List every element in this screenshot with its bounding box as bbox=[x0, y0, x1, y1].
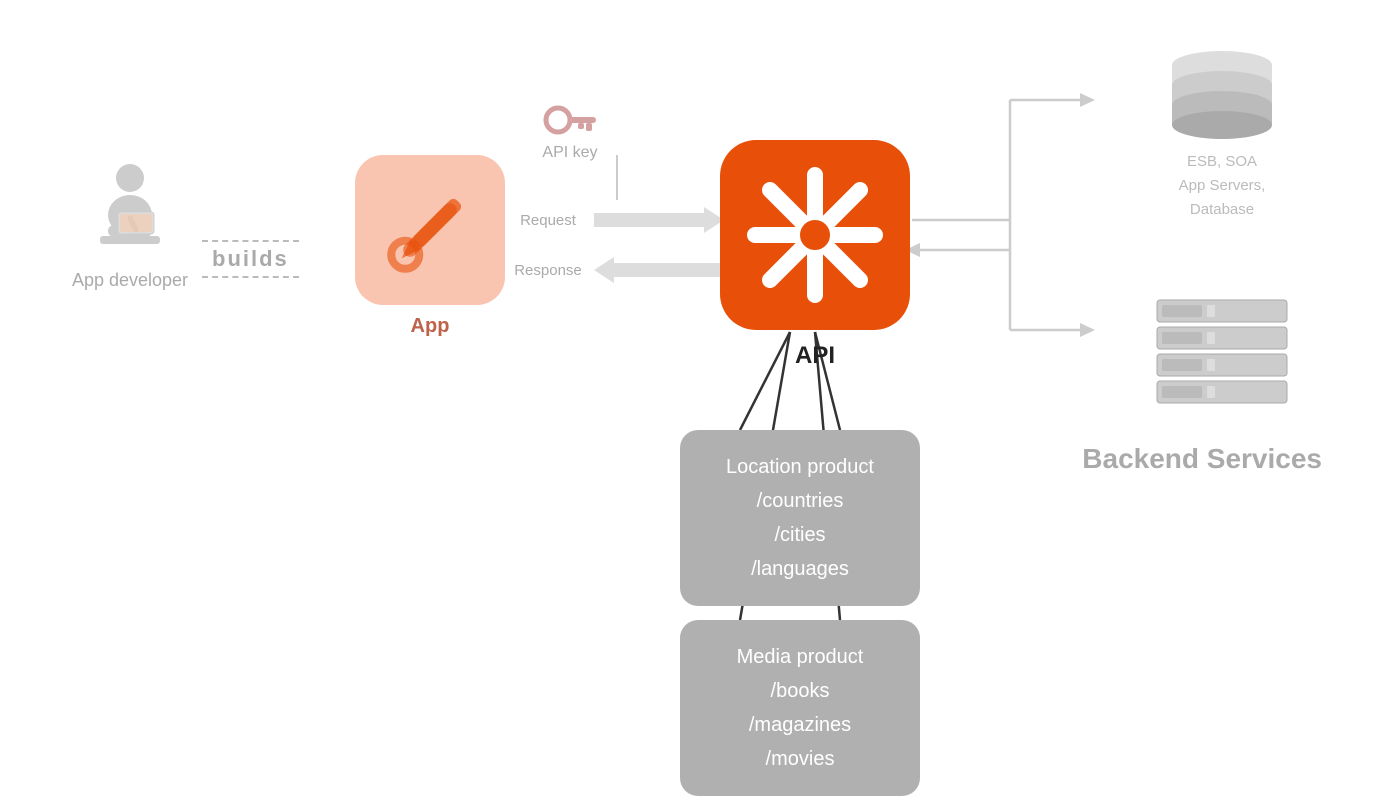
api-label: API bbox=[720, 342, 910, 370]
database-icon bbox=[1162, 45, 1282, 145]
backend-top-text: ESB, SOA App Servers, Database bbox=[1162, 150, 1282, 222]
app-icon-box bbox=[355, 155, 505, 305]
developer-person-icon bbox=[90, 160, 170, 260]
location-line-2: /countries bbox=[710, 484, 890, 518]
media-line-2: /books bbox=[710, 674, 890, 708]
response-arrow-icon bbox=[594, 255, 724, 285]
diagram: App developer builds App API key bbox=[0, 0, 1382, 810]
media-line-1: Media product bbox=[710, 640, 890, 674]
api-key-area: API key bbox=[540, 100, 600, 162]
app-developer-label: App developer bbox=[72, 270, 188, 291]
server-icon-area bbox=[1147, 295, 1297, 410]
response-label: Response bbox=[508, 262, 588, 279]
response-arrow-row: Response bbox=[508, 255, 724, 285]
tools-icon bbox=[375, 175, 485, 285]
api-key-label: API key bbox=[542, 144, 597, 162]
api-hub-box bbox=[720, 140, 910, 330]
backend-services-label: Backend Services bbox=[1082, 443, 1322, 475]
key-icon bbox=[540, 100, 600, 140]
location-product-box: Location product /countries /cities /lan… bbox=[680, 430, 920, 606]
request-arrow-icon bbox=[594, 205, 724, 235]
location-line-1: Location product bbox=[710, 450, 890, 484]
app-label: App bbox=[355, 315, 505, 338]
builds-label: builds bbox=[202, 240, 299, 278]
request-arrow-row: Request bbox=[508, 205, 724, 235]
media-product-box: Media product /books /magazines /movies bbox=[680, 620, 920, 796]
request-label: Request bbox=[508, 212, 588, 229]
database-icon-area: ESB, SOA App Servers, Database bbox=[1162, 45, 1282, 222]
media-line-3: /magazines bbox=[710, 708, 890, 742]
server-rack-icon bbox=[1147, 295, 1297, 405]
location-line-3: /cities bbox=[710, 518, 890, 552]
location-line-4: /languages bbox=[710, 552, 890, 586]
api-snowflake-icon bbox=[745, 165, 885, 305]
app-developer: App developer bbox=[50, 160, 210, 291]
media-line-4: /movies bbox=[710, 742, 890, 776]
